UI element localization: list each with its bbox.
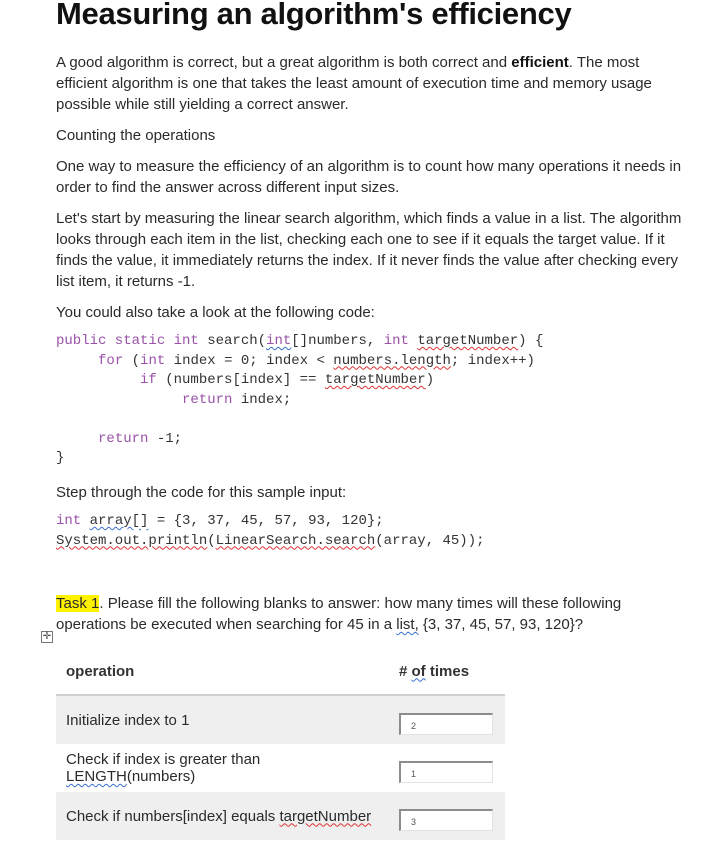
times-input-check-equals[interactable]	[399, 809, 493, 831]
code-line: if (numbers[index] == targetNumber)	[140, 372, 435, 388]
table-row: Check if numbers[index] equals targetNum…	[56, 792, 505, 840]
code-line-blank: ​	[56, 410, 543, 430]
times-input-initialize-index[interactable]	[399, 713, 493, 735]
operation-label: Initialize index to 1	[56, 695, 389, 744]
code-line: System.out.println(LinearSearch.search(a…	[56, 532, 485, 549]
table-row: Check if index is greater than LENGTH(nu…	[56, 744, 505, 792]
code-line: public static int search(int[]numbers, i…	[56, 333, 544, 349]
paragraph-counting: One way to measure the efficiency of an …	[56, 158, 682, 196]
operation-label: Check if numbers[index] equals targetNum…	[56, 792, 389, 840]
intro-paragraph: A good algorithm is correct, but a great…	[56, 52, 686, 115]
subheading-counting: Counting the operations	[56, 127, 216, 144]
times-input-check-length[interactable]	[399, 761, 493, 783]
task-1-label: Task 1	[56, 595, 100, 612]
intro-bold-word: efficient	[511, 54, 569, 71]
header-number-of-times: # of times	[389, 648, 505, 696]
code-line: int array[] = {3, 37, 45, 57, 93, 120};	[56, 513, 384, 529]
table-move-handle-icon[interactable]: ✛	[41, 631, 53, 643]
table-header-row: operation # of times	[56, 648, 505, 696]
code-line: return -1;	[98, 430, 183, 447]
paragraph-linear-search: Let's start by measuring the linear sear…	[56, 210, 682, 290]
operations-table: operation # of times Initialize index to…	[56, 648, 505, 840]
code-block-sample: int array[] = {3, 37, 45, 57, 93, 120}; S…	[56, 512, 485, 551]
task-1-prompt: Task 1. Please fill the following blanks…	[56, 595, 622, 633]
operation-label: Check if index is greater than LENGTH(nu…	[66, 751, 261, 785]
intro-text: A good algorithm is correct, but a great…	[56, 54, 512, 71]
paragraph-step-through: Step through the code for this sample in…	[56, 484, 347, 501]
code-line: return index;	[182, 391, 292, 408]
code-block-search: public static int search(int[]numbers, i…	[56, 332, 543, 469]
code-line: }	[56, 450, 65, 466]
paragraph-code-intro: You could also take a look at the follow…	[56, 304, 375, 321]
page-title: Measuring an algorithm's efficiency	[56, 0, 572, 31]
header-operation: operation	[56, 648, 389, 696]
table-row: Initialize index to 1	[56, 695, 505, 744]
code-line: for (int index = 0; index < numbers.leng…	[98, 352, 535, 369]
